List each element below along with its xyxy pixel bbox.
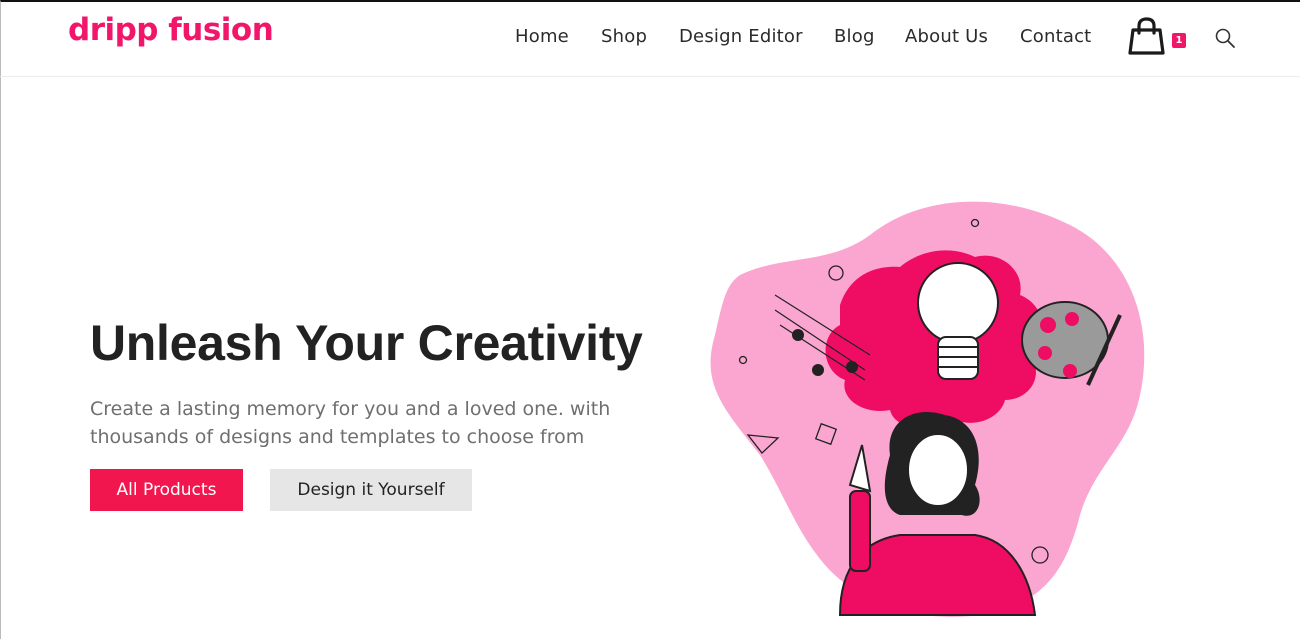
shopping-bag-icon <box>1128 17 1165 55</box>
nav-blog[interactable]: Blog <box>834 26 875 47</box>
hero-subtitle: Create a lasting memory for you and a lo… <box>90 398 611 448</box>
cart-button[interactable]: 1 <box>1127 16 1187 56</box>
cart-count-badge: 1 <box>1172 33 1186 48</box>
brand-logo[interactable]: dripp fusion <box>68 12 274 48</box>
nav-design-editor[interactable]: Design Editor <box>679 26 803 47</box>
design-it-yourself-button[interactable]: Design it Yourself <box>270 469 472 511</box>
site-header: dripp fusion Home Shop Design Editor Blo… <box>0 0 1300 77</box>
hero-title: Unleash Your Creativity <box>90 315 643 371</box>
nav-shop[interactable]: Shop <box>601 26 647 47</box>
woman-creativity-illustration <box>710 201 1145 617</box>
search-icon <box>1215 28 1235 48</box>
all-products-button[interactable]: All Products <box>90 469 243 511</box>
nav-about-us[interactable]: About Us <box>905 26 988 47</box>
search-button[interactable] <box>1214 27 1236 49</box>
lightbulb-icon <box>917 262 999 344</box>
nav-home[interactable]: Home <box>515 26 569 47</box>
nav-contact[interactable]: Contact <box>1020 26 1091 47</box>
